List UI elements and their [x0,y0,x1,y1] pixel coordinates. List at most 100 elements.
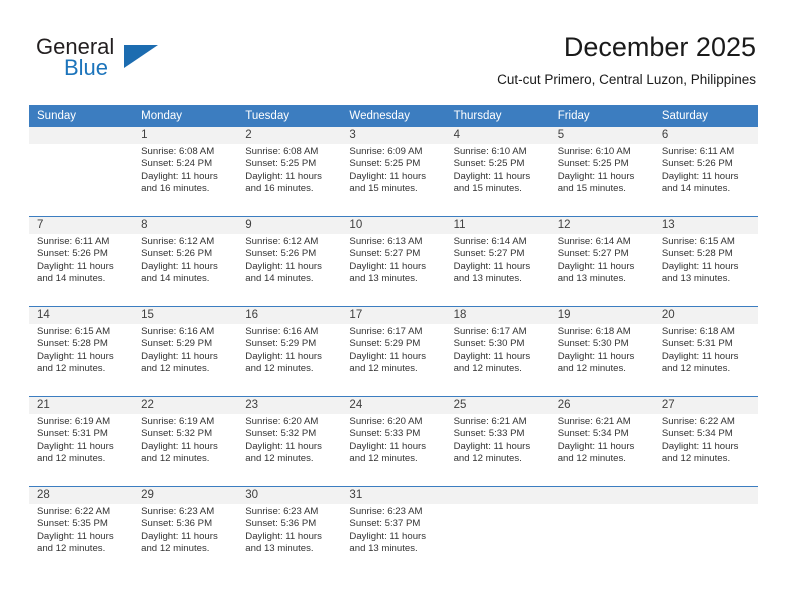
day-sun-info: Sunrise: 6:17 AM Sunset: 5:30 PM Daylight:… [446,324,550,376]
calendar-day-cell[interactable]: 11 Sunrise: 6:14 AM Sunset: 5:27 PM Dayligh… [445,216,550,307]
calendar-day-cell[interactable]: 16 Sunrise: 6:16 AM Sunset: 5:29 PM Dayligh… [237,306,342,397]
calendar-week-row: 1 Sunrise: 6:08 AM Sunset: 5:24 PM Daylight… [29,127,758,217]
day-cell-inner: 14 Sunrise: 6:15 AM Sunset: 5:28 PM Dayligh… [29,307,134,396]
day-info-line: Daylight: 11 hours [141,350,218,362]
calendar-day-cell[interactable]: 20 Sunrise: 6:18 AM Sunset: 5:31 PM Dayligh… [653,306,758,397]
day-sun-info: Sunrise: 6:11 AM Sunset: 5:26 PM Daylight:… [654,144,758,196]
day-sun-info: Sunrise: 6:10 AM Sunset: 5:25 PM Daylight:… [446,144,550,196]
calendar-day-cell[interactable]: 12 Sunrise: 6:14 AM Sunset: 5:27 PM Dayligh… [549,216,654,307]
day-info-line: Sunrise: 6:11 AM [661,146,735,157]
calendar-day-cell[interactable]: 3 Sunrise: 6:09 AM Sunset: 5:25 PM Daylight… [341,127,446,217]
day-number: 19 [549,307,654,324]
day-cell-inner: 26 Sunrise: 6:21 AM Sunset: 5:34 PM Dayligh… [549,397,654,486]
day-cell-inner: 7 Sunrise: 6:11 AM Sunset: 5:26 PM Daylight… [29,217,134,306]
day-info-line: Sunrise: 6:13 AM [349,236,423,247]
day-sun-info: Sunrise: 6:23 AM Sunset: 5:36 PM Daylight:… [133,504,237,556]
calendar-day-cell-empty [549,486,654,576]
day-info-line: and 12 minutes. [349,453,418,465]
day-info-line: Daylight: 11 hours [245,170,322,182]
day-info-line: Daylight: 11 hours [661,260,739,272]
calendar-day-cell[interactable]: 5 Sunrise: 6:10 AM Sunset: 5:25 PM Daylight… [549,127,654,217]
weekday-header-wednesday: Wednesday [341,105,446,127]
day-cell-inner: 24 Sunrise: 6:20 AM Sunset: 5:33 PM Dayligh… [341,397,446,486]
calendar-day-cell[interactable]: 7 Sunrise: 6:11 AM Sunset: 5:26 PM Daylight… [29,216,134,307]
day-number: 9 [237,217,342,234]
calendar-day-cell[interactable]: 31 Sunrise: 6:23 AM Sunset: 5:37 PM Dayligh… [341,486,446,576]
calendar-day-cell[interactable]: 21 Sunrise: 6:19 AM Sunset: 5:31 PM Dayligh… [29,396,134,487]
day-sun-info: Sunrise: 6:12 AM Sunset: 5:26 PM Daylight:… [133,234,237,286]
day-cell-inner: 9 Sunrise: 6:12 AM Sunset: 5:26 PM Daylight… [237,217,342,306]
calendar-day-cell[interactable]: 26 Sunrise: 6:21 AM Sunset: 5:34 PM Dayligh… [549,396,654,487]
calendar-day-cell[interactable]: 24 Sunrise: 6:20 AM Sunset: 5:33 PM Dayligh… [341,396,446,487]
day-info-line: Sunrise: 6:12 AM [141,236,215,247]
day-info-line: Sunset: 5:24 PM [141,158,213,170]
day-info-line: and 14 minutes. [245,273,314,285]
day-number: 8 [133,217,238,234]
day-cell-inner: 25 Sunrise: 6:21 AM Sunset: 5:33 PM Dayligh… [445,397,550,486]
day-info-line: and 12 minutes. [141,543,210,555]
day-info-line: and 13 minutes. [349,543,418,555]
day-info-line: Daylight: 11 hours [349,260,427,272]
day-sun-info: Sunrise: 6:21 AM Sunset: 5:34 PM Daylight:… [550,414,654,466]
calendar-day-cell[interactable]: 28 Sunrise: 6:22 AM Sunset: 5:35 PM Dayligh… [29,486,134,576]
day-info-line: Sunset: 5:37 PM [349,518,421,530]
general-blue-logo[interactable]: General Blue [36,34,216,84]
day-info-line: Daylight: 11 hours [557,350,635,362]
day-info-line: Sunrise: 6:16 AM [141,326,215,337]
day-sun-info: Sunrise: 6:13 AM Sunset: 5:27 PM Daylight:… [341,234,445,286]
day-info-line: Sunrise: 6:20 AM [245,416,319,427]
day-info-line: Daylight: 11 hours [349,170,427,182]
day-info-line: Daylight: 11 hours [557,260,635,272]
day-sun-info [446,504,550,506]
day-info-line: Sunset: 5:31 PM [661,338,733,350]
day-info-line: and 12 minutes. [141,453,210,465]
calendar-day-cell[interactable]: 27 Sunrise: 6:22 AM Sunset: 5:34 PM Dayligh… [653,396,758,487]
calendar-day-cell[interactable]: 8 Sunrise: 6:12 AM Sunset: 5:26 PM Daylight… [133,216,238,307]
day-number [549,487,654,504]
calendar-day-cell[interactable]: 23 Sunrise: 6:20 AM Sunset: 5:32 PM Dayligh… [237,396,342,487]
day-info-line: and 14 minutes. [37,273,106,285]
calendar-day-cell[interactable]: 22 Sunrise: 6:19 AM Sunset: 5:32 PM Dayligh… [133,396,238,487]
day-number: 28 [29,487,134,504]
day-info-line: Sunrise: 6:22 AM [661,416,735,427]
day-cell-inner [29,127,134,216]
calendar-day-cell[interactable]: 6 Sunrise: 6:11 AM Sunset: 5:26 PM Daylight… [653,127,758,217]
calendar-day-cell[interactable]: 4 Sunrise: 6:10 AM Sunset: 5:25 PM Daylight… [445,127,550,217]
day-info-line: Sunrise: 6:14 AM [453,236,527,247]
calendar-day-cell[interactable]: 25 Sunrise: 6:21 AM Sunset: 5:33 PM Dayligh… [445,396,550,487]
day-info-line: and 12 minutes. [37,363,106,375]
day-info-line: and 15 minutes. [557,183,626,195]
calendar-day-cell[interactable]: 17 Sunrise: 6:17 AM Sunset: 5:29 PM Dayligh… [341,306,446,397]
day-number: 15 [133,307,238,324]
day-info-line: Sunset: 5:29 PM [245,338,317,350]
day-cell-inner: 19 Sunrise: 6:18 AM Sunset: 5:30 PM Dayligh… [549,307,654,396]
day-sun-info: Sunrise: 6:23 AM Sunset: 5:36 PM Daylight:… [237,504,341,556]
day-info-line: Sunset: 5:25 PM [557,158,629,170]
calendar-day-cell[interactable]: 29 Sunrise: 6:23 AM Sunset: 5:36 PM Dayligh… [133,486,238,576]
calendar-day-cell[interactable]: 10 Sunrise: 6:13 AM Sunset: 5:27 PM Dayligh… [341,216,446,307]
calendar-day-cell[interactable]: 13 Sunrise: 6:15 AM Sunset: 5:28 PM Dayligh… [653,216,758,307]
calendar-day-cell[interactable]: 30 Sunrise: 6:23 AM Sunset: 5:36 PM Dayligh… [237,486,342,576]
day-info-line: Daylight: 11 hours [37,530,114,542]
calendar-day-cell[interactable]: 19 Sunrise: 6:18 AM Sunset: 5:30 PM Dayligh… [549,306,654,397]
day-info-line: Sunrise: 6:15 AM [37,326,111,337]
day-info-line: Daylight: 11 hours [557,440,635,452]
day-info-line: and 15 minutes. [453,183,522,195]
day-sun-info: Sunrise: 6:14 AM Sunset: 5:27 PM Daylight:… [446,234,550,286]
day-info-line: Sunrise: 6:22 AM [37,506,111,517]
day-sun-info: Sunrise: 6:22 AM Sunset: 5:35 PM Daylight:… [29,504,133,556]
day-sun-info [654,504,758,506]
calendar-day-cell[interactable]: 14 Sunrise: 6:15 AM Sunset: 5:28 PM Dayligh… [29,306,134,397]
day-info-line: Daylight: 11 hours [453,260,531,272]
day-info-line: Sunrise: 6:14 AM [557,236,631,247]
day-info-line: Daylight: 11 hours [141,440,218,452]
calendar-day-cell[interactable]: 2 Sunrise: 6:08 AM Sunset: 5:25 PM Daylight… [237,127,342,217]
day-info-line: and 12 minutes. [245,453,314,465]
day-sun-info: Sunrise: 6:09 AM Sunset: 5:25 PM Daylight:… [341,144,445,196]
calendar-day-cell[interactable]: 15 Sunrise: 6:16 AM Sunset: 5:29 PM Dayligh… [133,306,238,397]
calendar-day-cell[interactable]: 9 Sunrise: 6:12 AM Sunset: 5:26 PM Daylight… [237,216,342,307]
day-sun-info: Sunrise: 6:18 AM Sunset: 5:31 PM Daylight:… [654,324,758,376]
calendar-day-cell[interactable]: 1 Sunrise: 6:08 AM Sunset: 5:24 PM Daylight… [133,127,238,217]
day-cell-inner: 29 Sunrise: 6:23 AM Sunset: 5:36 PM Dayligh… [133,487,238,576]
calendar-day-cell[interactable]: 18 Sunrise: 6:17 AM Sunset: 5:30 PM Dayligh… [445,306,550,397]
